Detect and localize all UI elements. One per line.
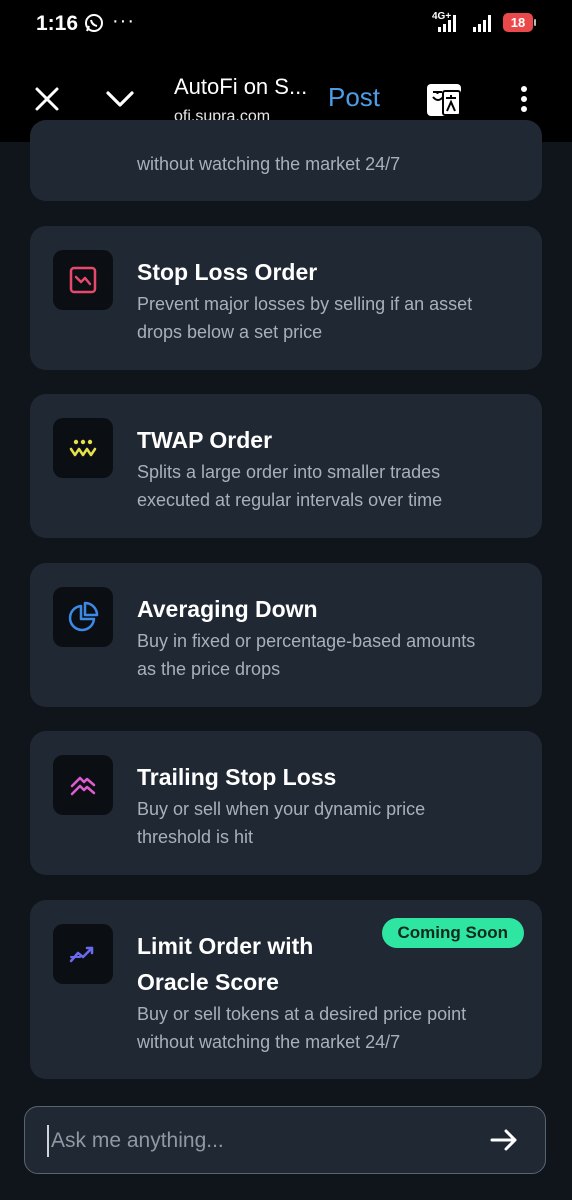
arrow-right-icon[interactable] bbox=[487, 1123, 521, 1157]
feature-card-trailing-stop-loss[interactable]: Trailing Stop Loss Buy or sell when your… bbox=[30, 731, 542, 875]
signal-icon bbox=[438, 14, 456, 32]
page-title: AutoFi on S... bbox=[174, 74, 308, 99]
card-desc-line-1: Prevent major losses by selling if an as… bbox=[137, 294, 473, 314]
close-icon[interactable] bbox=[32, 84, 62, 114]
card-title-line-1: Limit Order with bbox=[137, 933, 314, 959]
stop-loss-icon-box bbox=[53, 250, 113, 310]
post-button[interactable]: Post bbox=[328, 82, 380, 113]
feature-card-twap[interactable]: TWAP Order Splits a large order into sma… bbox=[30, 394, 542, 538]
battery-level: 18 bbox=[510, 15, 526, 30]
card-desc-line-1: Splits a large order into smaller trades bbox=[137, 462, 441, 482]
feature-card-limit-order[interactable]: Limit Order with Oracle Score Coming Soo… bbox=[30, 900, 542, 1079]
twap-icon-box bbox=[53, 418, 113, 478]
trend-icon-box bbox=[53, 924, 113, 984]
translate-icon[interactable] bbox=[426, 83, 462, 117]
trailing-icon bbox=[70, 776, 96, 796]
trailing-icon-box bbox=[53, 755, 113, 815]
card-desc-line-2: executed at regular intervals over time bbox=[137, 490, 443, 510]
card-desc-line-2: threshold is hit bbox=[137, 827, 254, 847]
status-bar: 1:16 ··· 4G+ 18 bbox=[0, 0, 572, 48]
card-desc-line-2: as the price drops bbox=[137, 659, 281, 679]
card-title-line-2: Oracle Score bbox=[137, 969, 279, 995]
feature-card-stop-loss[interactable]: Stop Loss Order Prevent major losses by … bbox=[30, 226, 542, 370]
pie-chart-icon-box bbox=[53, 587, 113, 647]
chat-input-box bbox=[24, 1106, 546, 1174]
chevron-down-icon[interactable] bbox=[104, 86, 136, 112]
whatsapp-icon bbox=[85, 14, 103, 32]
coming-soon-badge: Coming Soon bbox=[381, 918, 524, 948]
card-title: Averaging Down bbox=[137, 596, 318, 622]
feature-card-partial[interactable]: without watching the market 24/7 bbox=[30, 120, 542, 201]
card-title: Trailing Stop Loss bbox=[137, 764, 337, 790]
card-desc-line-2: drops below a set price bbox=[137, 322, 323, 342]
status-more-dots: ··· bbox=[112, 10, 135, 32]
card-title: Stop Loss Order bbox=[137, 259, 318, 285]
twap-icon bbox=[69, 439, 97, 457]
card-desc-line-1: Buy in fixed or percentage-based amounts bbox=[137, 631, 476, 651]
pie-chart-icon bbox=[68, 601, 99, 632]
signal-icon-2 bbox=[473, 14, 491, 32]
more-vert-icon[interactable] bbox=[512, 84, 536, 114]
status-time: 1:16 bbox=[36, 12, 79, 35]
stop-loss-icon bbox=[69, 266, 97, 294]
card-desc-line-1: Buy or sell tokens at a desired price po… bbox=[137, 1004, 467, 1024]
card-title: TWAP Order bbox=[137, 427, 273, 453]
card-desc-line-1: Buy or sell when your dynamic price bbox=[137, 799, 426, 819]
card-desc: without watching the market 24/7 bbox=[137, 154, 401, 174]
card-desc-line-2: without watching the market 24/7 bbox=[137, 1032, 401, 1052]
feature-card-averaging-down[interactable]: Averaging Down Buy in fixed or percentag… bbox=[30, 563, 542, 707]
trend-icon bbox=[69, 946, 94, 963]
battery-icon: 18 bbox=[503, 13, 536, 32]
chat-input[interactable] bbox=[47, 1125, 473, 1157]
